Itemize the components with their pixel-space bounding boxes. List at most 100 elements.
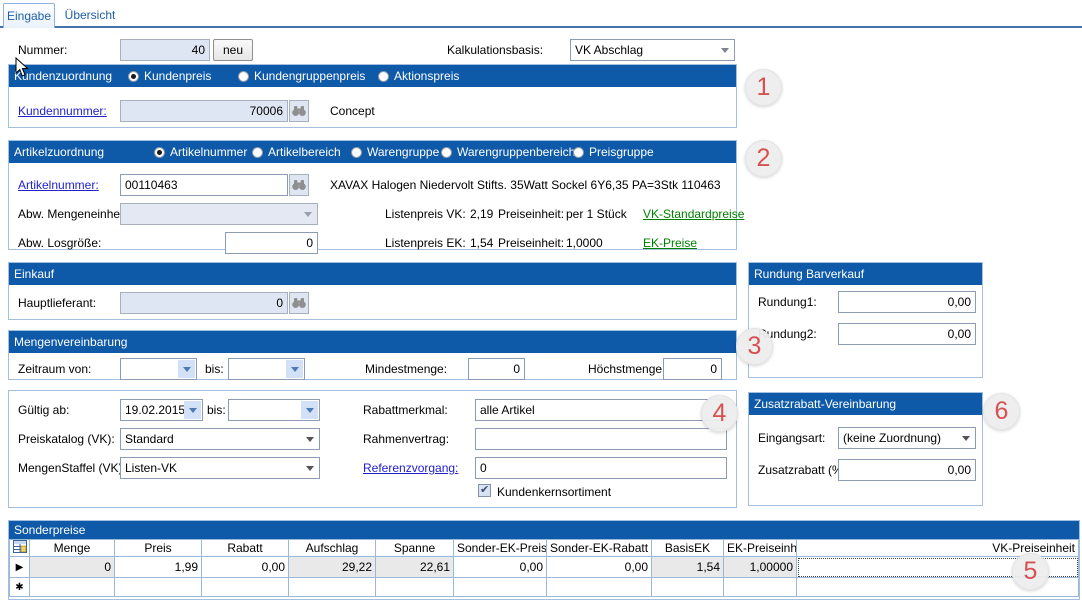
hoechstmenge-field[interactable]: 0 [663,358,722,380]
hauptlieferant-lookup-button[interactable] [289,292,309,314]
cell-empty[interactable] [30,578,115,597]
rabattmerkmal-field[interactable]: alle Artikel [475,399,727,421]
col-header-spanne: Spanne [376,540,454,557]
cell-empty[interactable] [454,578,547,597]
new-row-marker[interactable]: ✱ [10,578,30,597]
rundung-title: Rundung Barverkauf [754,267,864,281]
listenpreis-vk-value: 2,19 [470,207,493,221]
abw-losgroesse-label: Abw. Losgröße: [18,236,101,250]
einkauf-groupbox: Einkauf [8,262,737,320]
tab-uebersicht[interactable]: Übersicht [58,4,122,26]
gueltig-ab-label: Gültig ab: [18,403,69,417]
cell-ek-preiseinh[interactable]: 1,00000 [724,557,797,578]
radio-kundenpreis[interactable]: Kundenpreis [128,65,211,87]
vk-standardpreise-link[interactable]: VK-Standardpreise [643,207,744,221]
eingangsart-select[interactable]: (keine Zuordnung) [838,427,976,449]
kundennummer-link[interactable]: Kundennummer: [18,104,107,118]
current-row-marker[interactable]: ▶ [10,557,30,578]
radio-warengruppe-circle[interactable] [351,147,362,158]
mengenstaffel-value: Listen-VK [125,461,177,475]
listenpreis-ek-value: 1,54 [470,236,493,250]
cell-empty[interactable] [652,578,724,597]
cell-aufschlag[interactable]: 29,22 [289,557,376,578]
zusatzrabatt-field[interactable]: 0,00 [838,459,976,481]
rundung-header: Rundung Barverkauf [749,263,982,285]
chevron-down-icon [178,360,195,378]
radio-artikelbereich[interactable]: Artikelbereich [252,141,341,163]
kundenkernsortiment-checkbox[interactable] [478,484,491,497]
kundennummer-field[interactable]: 70006 [120,100,288,122]
radio-warengruppenbereich-circle[interactable] [441,147,452,158]
zeitraum-von-select[interactable] [120,358,197,380]
cell-sonder-ek-rabatt[interactable]: 0,00 [547,557,652,578]
tabstrip-underline [0,26,1082,28]
nummer-field[interactable]: 40 [120,39,210,61]
radio-kundenpreis-label: Kundenpreis [144,69,211,83]
eingangsart-value: (keine Zuordnung) [843,431,941,445]
referenzvorgang-field[interactable]: 0 [475,457,727,479]
preiseinheit-ek-label: Preiseinheit: [498,236,564,250]
radio-kundengruppenpreis-label: Kundengruppenpreis [254,69,365,83]
annotation-badge-5: 5 [1012,553,1049,590]
radio-preisgruppe-label: Preisgruppe [589,145,654,159]
abw-mengeneinheit-select[interactable] [120,203,318,225]
kundennummer-lookup-button[interactable] [289,100,309,122]
hauptlieferant-field[interactable]: 0 [120,292,288,314]
radio-warengruppenbereich[interactable]: Warengruppenbereich [441,141,575,163]
radio-warengruppenbereich-label: Warengruppenbereich [457,145,575,159]
abw-losgroesse-field[interactable]: 0 [225,232,318,254]
cell-empty[interactable] [289,578,376,597]
cell-preis[interactable]: 1,99 [115,557,202,578]
artikelnummer-lookup-button[interactable] [289,174,309,196]
radio-kundenpreis-circle[interactable] [128,71,139,82]
preiskatalog-select[interactable]: Standard [120,428,320,450]
cell-spanne[interactable]: 22,61 [376,557,454,578]
artikelnummer-field[interactable]: 00110463 [120,174,288,196]
kalkulationsbasis-select[interactable]: VK Abschlag [570,39,735,61]
mengenvereinbarung-header: Mengenvereinbarung [9,331,736,353]
mengenstaffel-select[interactable]: Listen-VK [120,457,320,479]
cell-menge[interactable]: 0 [30,557,115,578]
artikelnummer-link[interactable]: Artikelnummer: [18,178,99,192]
radio-artikelbereich-circle[interactable] [252,147,263,158]
table-properties-icon[interactable] [10,540,30,557]
cell-empty[interactable] [724,578,797,597]
cell-empty[interactable] [376,578,454,597]
radio-aktionspreis-circle[interactable] [378,71,389,82]
cell-rabatt[interactable]: 0,00 [202,557,289,578]
cell-basisek[interactable]: 1,54 [652,557,724,578]
ek-preise-link[interactable]: EK-Preise [643,236,697,250]
hoechstmenge-label: Höchstmenge: [588,362,665,376]
annotation-badge-2: 2 [745,140,782,177]
radio-preisgruppe[interactable]: Preisgruppe [573,141,654,163]
kalkulationsbasis-value: VK Abschlag [575,43,643,57]
cell-empty[interactable] [547,578,652,597]
radio-preisgruppe-circle[interactable] [573,147,584,158]
kundenzuordnung-groupbox: Kundenzuordnung Kundenpreis Kundengruppe… [8,64,737,128]
radio-artikelnummer[interactable]: Artikelnummer [154,141,247,163]
gueltig-bis-select[interactable] [228,399,320,421]
radio-artikelnummer-circle[interactable] [154,147,165,158]
referenzvorgang-link[interactable]: Referenzvorgang: [363,461,458,475]
radio-kundengruppenpreis-circle[interactable] [238,71,249,82]
tab-eingabe[interactable]: Eingabe [3,3,55,28]
zeitraum-bis-select[interactable] [228,358,305,380]
einkauf-header: Einkauf [9,263,736,285]
cell-empty[interactable] [202,578,289,597]
rahmenvertrag-field[interactable] [475,428,727,450]
kalkulationsbasis-label: Kalkulationsbasis: [447,43,543,57]
gueltig-ab-select[interactable]: 19.02.2015 [120,399,203,421]
chevron-down-icon [299,205,316,223]
radio-aktionspreis[interactable]: Aktionspreis [378,65,459,87]
cell-sonder-ek-preis[interactable]: 0,00 [454,557,547,578]
rundung1-field[interactable]: 0,00 [838,291,976,313]
artikel-beschreibung-text: XAVAX Halogen Niedervolt Stifts. 35Watt … [330,178,721,192]
cell-empty[interactable] [115,578,202,597]
radio-kundengruppenpreis[interactable]: Kundengruppenpreis [238,65,365,87]
radio-warengruppe[interactable]: Warengruppe [351,141,439,163]
rundung2-field[interactable]: 0,00 [838,323,976,345]
mindestmenge-field[interactable]: 0 [468,358,525,380]
table-row: ▶ 0 1,99 0,00 29,22 22,61 0,00 0,00 1,54… [10,557,1079,578]
preiseinheit-ek-value: 1,0000 [566,236,603,250]
neu-button[interactable]: neu [213,39,253,61]
